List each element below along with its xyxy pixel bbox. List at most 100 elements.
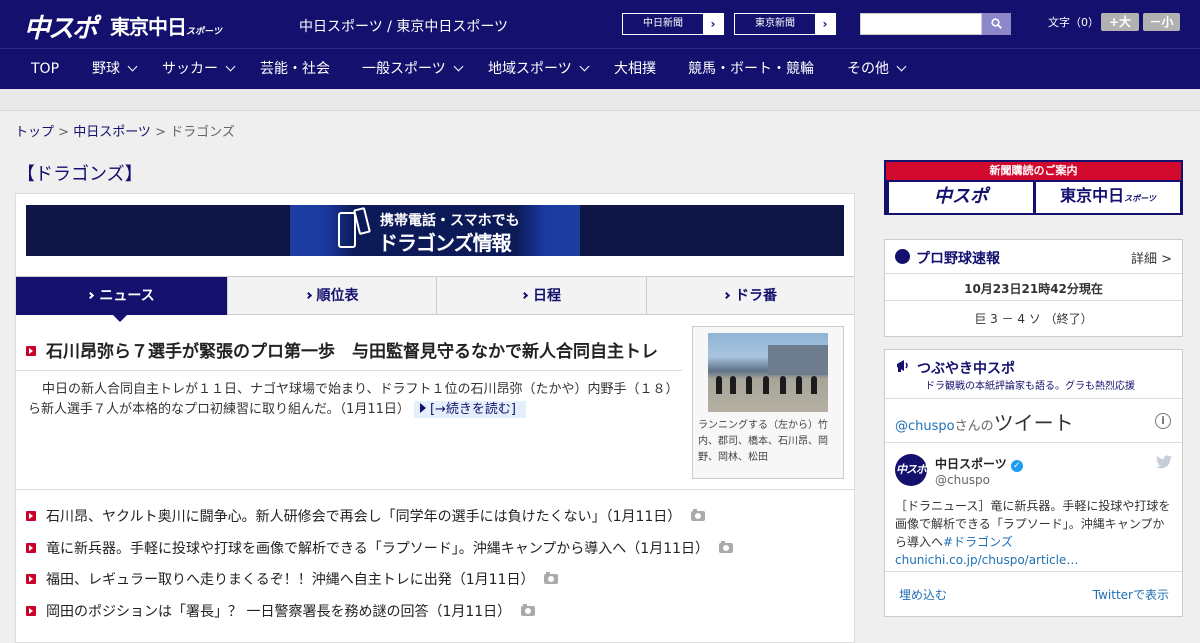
font-larger-button[interactable]: +大 bbox=[1101, 13, 1139, 31]
avatar[interactable]: 中スポ bbox=[895, 454, 927, 486]
tokyo-chunichi-logo[interactable]: 東京中日スポーツ bbox=[110, 11, 222, 40]
section-tabs: ニュース 順位表 日程 ドラ番 bbox=[16, 276, 854, 322]
game-score[interactable]: 巨 3 － 4 ソ （終了） bbox=[885, 310, 1182, 327]
breadcrumb-current: ドラゴンズ bbox=[170, 125, 235, 140]
arrow-bullet-icon bbox=[26, 542, 36, 553]
font-smaller-button[interactable]: －小 bbox=[1143, 13, 1180, 31]
chevron-down-icon bbox=[127, 61, 138, 72]
tab-label: ニュース bbox=[99, 288, 155, 304]
read-more-link[interactable]: [→続きを読む] bbox=[413, 401, 526, 418]
play-arrow-icon bbox=[419, 403, 426, 413]
photo-runner bbox=[730, 376, 736, 394]
news-list-item[interactable]: 竜に新兵器。手軽に投球や打球を画像で解析できる「ラプソード」。沖縄キャンプから導… bbox=[26, 535, 846, 567]
chevron-right-icon bbox=[520, 291, 529, 300]
news-title: 石川昂、ヤクルト奥川に闘争心。新人研修会で再会し「同学年の選手には負けたくない」… bbox=[46, 509, 682, 525]
nav-item-label: 大相撲 bbox=[614, 61, 656, 77]
ad-chuspo-logo: 中スポ bbox=[889, 182, 1033, 213]
news-title: 竜に新兵器。手軽に投球や打球を画像で解析できる「ラプソード」。沖縄キャンプから導… bbox=[46, 540, 710, 557]
chevron-down-icon bbox=[225, 61, 236, 72]
breadcrumb-separator: > bbox=[54, 125, 74, 140]
tokyo-chunichi-logo-text: 東京中日 bbox=[110, 15, 187, 39]
baseball-updated-time: 10月23日21時42分現在 bbox=[964, 282, 1103, 296]
tweet-text: ［ドラニュース］竜に新兵器。手軽に投球や打球を画像で解析できる「ラプソード」。沖… bbox=[895, 497, 1175, 569]
nav-item-other[interactable]: その他 bbox=[847, 49, 907, 90]
chevron-right-icon: › bbox=[703, 14, 723, 34]
baseball-card-header: プロ野球速報 詳細 > bbox=[885, 240, 1182, 274]
tokyo-chunichi-logo-small: スポーツ bbox=[186, 27, 222, 37]
chuspo-logo[interactable]: 中スポ bbox=[24, 8, 98, 45]
breadcrumb: トップ > 中日スポーツ > ドラゴンズ bbox=[15, 121, 235, 140]
tab-label: 日程 bbox=[533, 288, 561, 304]
view-on-twitter-link[interactable]: Twitterで表示 bbox=[1093, 586, 1169, 603]
site-title: 中日スポーツ / 東京中日スポーツ bbox=[299, 19, 509, 35]
news-title: 福田、レギュラー取りへ走りまくるぞ！！沖縄へ自主トレに出発（1月11日） bbox=[46, 572, 535, 588]
nav-item-label: サッカー bbox=[162, 61, 218, 77]
photo-caption: ランニングする（左から）竹内、郡司、橋本、石川昂、岡野、岡林、松田 bbox=[698, 420, 828, 463]
divider bbox=[16, 370, 682, 371]
news-list-item[interactable]: 福田、レギュラー取りへ走りまくるぞ！！沖縄へ自主トレに出発（1月11日） bbox=[26, 566, 846, 598]
chevron-right-icon: › bbox=[815, 14, 835, 34]
subscription-ad-heading: 新聞購読のご案内 bbox=[886, 162, 1181, 180]
nav-item-label: 野球 bbox=[92, 61, 120, 77]
nav-item-top[interactable]: TOP bbox=[31, 49, 59, 90]
tab-standings[interactable]: 順位表 bbox=[227, 277, 436, 315]
tab-label: 順位表 bbox=[316, 288, 359, 304]
top-story-photo[interactable] bbox=[708, 333, 828, 412]
nav-item-local-sports[interactable]: 地域スポーツ bbox=[488, 49, 590, 90]
news-list: 石川昂、ヤクルト奥川に闘争心。新人研修会で再会し「同学年の選手には負けたくない」… bbox=[26, 503, 846, 629]
font-size-label: 文字（0） bbox=[1048, 16, 1099, 29]
tweets-title: つぶやき中スポ bbox=[917, 361, 1015, 377]
chevron-down-icon bbox=[453, 61, 464, 72]
arrow-bullet-icon bbox=[26, 574, 36, 584]
nav-item-label: 芸能・社会 bbox=[260, 61, 330, 77]
camera-icon bbox=[544, 572, 559, 584]
nav-item-label: 競馬・ボート・競輪 bbox=[688, 61, 814, 77]
news-list-item[interactable]: 石川昂、ヤクルト奥川に闘争心。新人研修会で再会し「同学年の選手には負けたくない」… bbox=[26, 503, 846, 535]
news-list-item[interactable]: 岡田のポジションは「署長」？ 一日警察署長を務め謎の回答（1月11日） bbox=[26, 598, 846, 630]
nav-item-label: 一般スポーツ bbox=[362, 61, 446, 77]
nav-item-label: その他 bbox=[847, 61, 889, 77]
top-header: 中スポ 東京中日スポーツ 中日スポーツ / 東京中日スポーツ 中日新聞 › 東京… bbox=[0, 0, 1200, 48]
ad-tokyo-chunichi-logo-small: スポーツ bbox=[1124, 194, 1156, 203]
nav-item-entertainment[interactable]: 芸能・社会 bbox=[260, 49, 330, 90]
search-button[interactable] bbox=[982, 13, 1011, 35]
nav-item-soccer[interactable]: サッカー bbox=[162, 49, 236, 90]
megaphone-icon bbox=[897, 360, 908, 372]
breadcrumb-section-link[interactable]: 中日スポーツ bbox=[73, 125, 151, 140]
embed-link[interactable]: 埋め込む bbox=[899, 586, 947, 603]
tweet-account-handle[interactable]: @chuspo bbox=[935, 473, 990, 487]
baseball-detail-link[interactable]: 詳細 > bbox=[1131, 248, 1172, 267]
tokyo-shimbun-link[interactable]: 東京新聞 › bbox=[734, 13, 836, 35]
chevron-right-icon bbox=[87, 291, 95, 300]
banner-inner: 携帯電話・スマホでも ドラゴンズ情報 bbox=[290, 205, 580, 256]
subscription-ad[interactable]: 新聞購読のご案内 中スポ 東京中日スポーツ bbox=[884, 160, 1183, 215]
search-input[interactable] bbox=[860, 13, 982, 35]
chunichi-shimbun-link[interactable]: 中日新聞 › bbox=[622, 13, 724, 35]
nav-item-racing[interactable]: 競馬・ボート・競輪 bbox=[688, 49, 814, 90]
banner-line2: ドラゴンズ情報 bbox=[378, 231, 512, 255]
breadcrumb-top-link[interactable]: トップ bbox=[15, 125, 54, 140]
camera-icon bbox=[521, 603, 536, 616]
ad-tokyo-chunichi-logo: 東京中日スポーツ bbox=[1036, 182, 1180, 213]
tab-dora-ban[interactable]: ドラ番 bbox=[646, 277, 854, 315]
nav-item-general-sports[interactable]: 一般スポーツ bbox=[362, 49, 464, 90]
top-story-lead: 中日の新人合同自主トレが１１日、ナゴヤ球場で始まり、ドラフト１位の石川昂弥（たか… bbox=[28, 380, 673, 420]
twitter-bird-icon[interactable] bbox=[1156, 455, 1172, 469]
read-more-label: [→続きを読む] bbox=[429, 402, 516, 417]
tab-schedule[interactable]: 日程 bbox=[436, 277, 646, 315]
mobile-info-banner[interactable]: 携帯電話・スマホでも ドラゴンズ情報 bbox=[26, 205, 844, 256]
nav-item-baseball[interactable]: 野球 bbox=[92, 49, 138, 90]
ad-tokyo-chunichi-logo-text: 東京中日 bbox=[1060, 186, 1125, 205]
photo-runner bbox=[763, 376, 769, 394]
tweets-handle-link[interactable]: @chuspo bbox=[895, 419, 955, 434]
tweet-account-name[interactable]: 中日スポーツ ✓ bbox=[935, 455, 1023, 472]
photo-runner bbox=[796, 376, 802, 394]
info-icon[interactable]: i bbox=[1155, 413, 1171, 429]
tab-label: ドラ番 bbox=[735, 288, 777, 304]
photo-runner bbox=[811, 376, 817, 394]
photo-runner bbox=[716, 376, 722, 394]
page-title: 【ドラゴンズ】 bbox=[17, 164, 143, 185]
tab-news[interactable]: ニュース bbox=[16, 277, 227, 322]
nav-item-sumo[interactable]: 大相撲 bbox=[614, 49, 656, 90]
top-story-photo-box: ランニングする（左から）竹内、郡司、橋本、石川昂、岡野、岡林、松田 bbox=[692, 326, 844, 479]
